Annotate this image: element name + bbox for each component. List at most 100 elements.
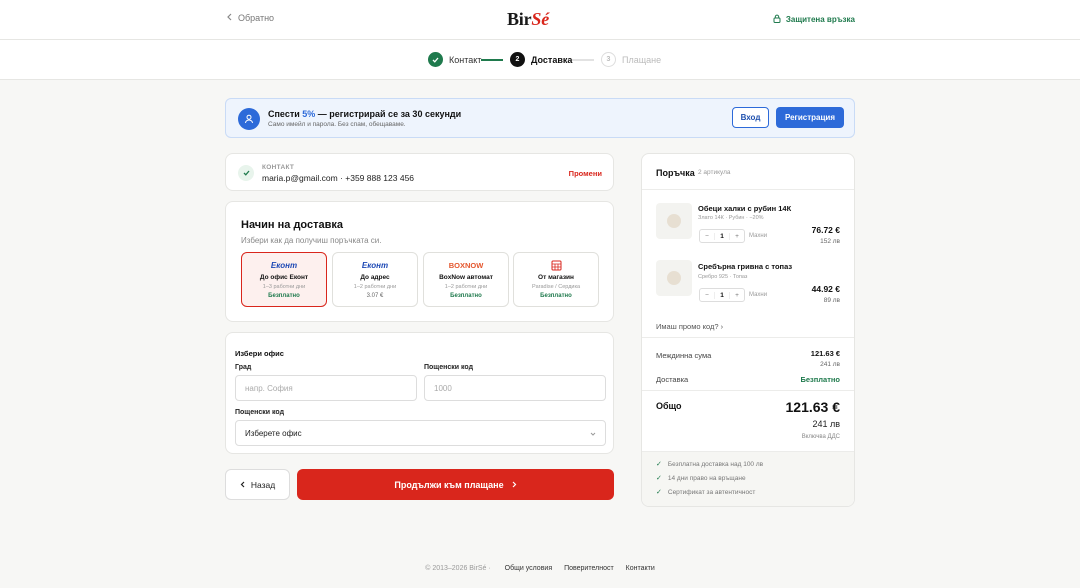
city-label: Град [235,364,252,371]
perk-item: ✓ Безплатна доставка над 100 лв [656,460,764,469]
increment-button[interactable]: + [730,233,744,240]
quantity-stepper[interactable]: − 1 + [699,288,745,302]
back-button[interactable]: Назад [225,469,290,500]
zip-input[interactable]: 1000 [424,375,606,401]
delivery-title: Начин на доставка [241,219,344,231]
delivery-option-store-pickup[interactable]: От магазин Paradise / Сердика Безплатно [513,252,599,307]
item-meta: Сребро 925 · Топаз [698,274,748,280]
divider [642,337,854,338]
page-footer: © 2013–2026 BirSé · Общи условия Поверит… [0,565,1080,572]
subtotal-label: Междинна сума [656,351,712,360]
perk-item: ✓ Сертификат за автентичност [656,488,756,497]
decrement-button[interactable]: − [700,292,714,299]
divider [642,390,854,391]
step-label: Плащане [622,54,662,65]
boxnow-logo: BOXNOW [448,260,484,270]
option-time: 1–2 работни дни [444,284,488,290]
delivery-option-econt-address[interactable]: Еконт До адрес 1–2 работни дни 3.07 € [332,252,418,307]
option-time: 1–2 работни дни [353,284,397,290]
login-button[interactable]: Вход [732,107,769,128]
econt-logo: Еконт [361,260,389,270]
register-button[interactable]: Регистрация [776,107,844,128]
perk-text: Сертификат за автентичност [667,488,756,496]
footer-link-privacy[interactable]: Поверителност [564,565,614,572]
item-meta: Злато 14К · Рубин · −20% [698,215,764,221]
promo-title-suffix: — регистрирай се за 30 секунди [315,109,462,119]
item-name: Сребърна гривна с топаз [698,262,793,271]
promo-code-link[interactable]: Имаш промо код? › [656,322,723,331]
office-select[interactable]: Изберете офис [235,420,606,446]
quantity-value: 1 [714,232,730,240]
back-link[interactable]: Обратно [226,13,274,23]
item-price-eur: 76.72 € [811,225,840,235]
register-promo-banner: Спести 5% — регистрирай се за 30 секунди… [225,98,855,138]
continue-to-payment-button[interactable]: Продължи към плащане [297,469,614,500]
option-price: Безплатно [450,293,482,299]
shipping-value: Безплатно [800,375,840,384]
total-label: Общо [656,401,682,411]
contact-label: КОНТАКТ [262,164,295,171]
office-select-value: Изберете офис [245,428,302,438]
chevron-left-icon [226,13,232,23]
step-number: 2 [510,52,525,67]
back-button-label: Назад [250,479,276,490]
step-connector [481,59,503,61]
option-name: До офис Еконт [259,274,309,281]
contact-value: maria.p@gmail.com · +359 888 123 456 [262,173,415,183]
check-icon: ✓ [656,475,662,482]
option-name: До адрес [360,274,390,281]
order-item-count: 2 артикула [698,169,731,176]
city-input[interactable]: напр. София [235,375,417,401]
zip-label: Пощенски код [424,364,474,371]
option-price: Безплатно [540,293,572,299]
office-title: Избери офис [235,349,284,358]
product-thumbnail [656,203,692,239]
secure-connection-badge: Защитена връзка [773,14,855,25]
step-payment: 3 Плащане [601,52,661,67]
perk-text: 14 дни право на връщане [667,474,746,482]
divider [642,189,854,190]
contact-summary-card: КОНТАКТ maria.p@gmail.com · +359 888 123… [225,153,614,191]
promo-subtitle: Само имейл и парола. Без спам, обещаваме… [268,121,406,128]
remove-item-link[interactable]: Махни [749,292,767,298]
chevron-down-icon [590,429,596,438]
step-delivery: 2 Доставка [510,52,572,67]
shipping-label: Доставка [656,375,689,384]
order-summary-card: Поръчка 2 артикула Обеци халки с рубин 1… [641,153,855,507]
user-icon [238,108,260,130]
step-label: Контакт [449,54,482,65]
option-price: 3.07 € [366,293,384,299]
logo-main: Bir [507,9,532,29]
top-header: Обратно BirSé Защитена връзка [0,0,1080,40]
perk-item: ✓ 14 дни право на връщане [656,474,746,483]
logo[interactable]: BirSé [507,9,549,30]
perk-text: Безплатна доставка над 100 лв [667,460,764,468]
remove-item-link[interactable]: Махни [749,233,767,239]
perks-list: ✓ Безплатна доставка над 100 лв ✓ 14 дни п… [642,451,854,506]
delivery-method-card: Начин на доставка Избери как да получиш … [225,201,614,322]
delivery-option-econt-office[interactable]: Еконт До офис Еконт 1–3 работни дни Безп… [241,252,327,307]
option-name: От магазин [538,274,574,281]
lock-icon [773,14,781,25]
step-contact[interactable]: Контакт [428,52,481,67]
econt-logo: Еконт [270,260,298,270]
subtotal-eur: 121.63 € [810,349,840,358]
footer-link-contacts[interactable]: Контакти [626,565,655,572]
change-contact-link[interactable]: Промени [569,169,602,178]
delivery-option-boxnow[interactable]: BOXNOW BoxNow автомат 1–2 работни дни Бе… [423,252,509,307]
subtotal-lv: 241 лв [820,361,840,368]
check-icon [238,165,254,181]
footer-link-terms[interactable]: Общи условия [505,565,552,572]
office-selection-card: Избери офис Град напр. София Пощенски ко… [225,332,614,454]
item-price-lv: 89 лв [823,297,840,304]
decrement-button[interactable]: − [700,233,714,240]
delivery-subtitle: Избери как да получиш поръчката си. [241,236,382,245]
item-name: Обеци халки с рубин 14К [698,204,792,213]
promo-percent: 5% [302,109,316,119]
promo-title-prefix: Спести [268,109,303,119]
chevron-left-icon [240,480,245,490]
quantity-stepper[interactable]: − 1 + [699,229,745,243]
vat-note: Включва ДДС [801,434,840,440]
option-name: BoxNow автомат [439,274,493,281]
increment-button[interactable]: + [730,292,744,299]
